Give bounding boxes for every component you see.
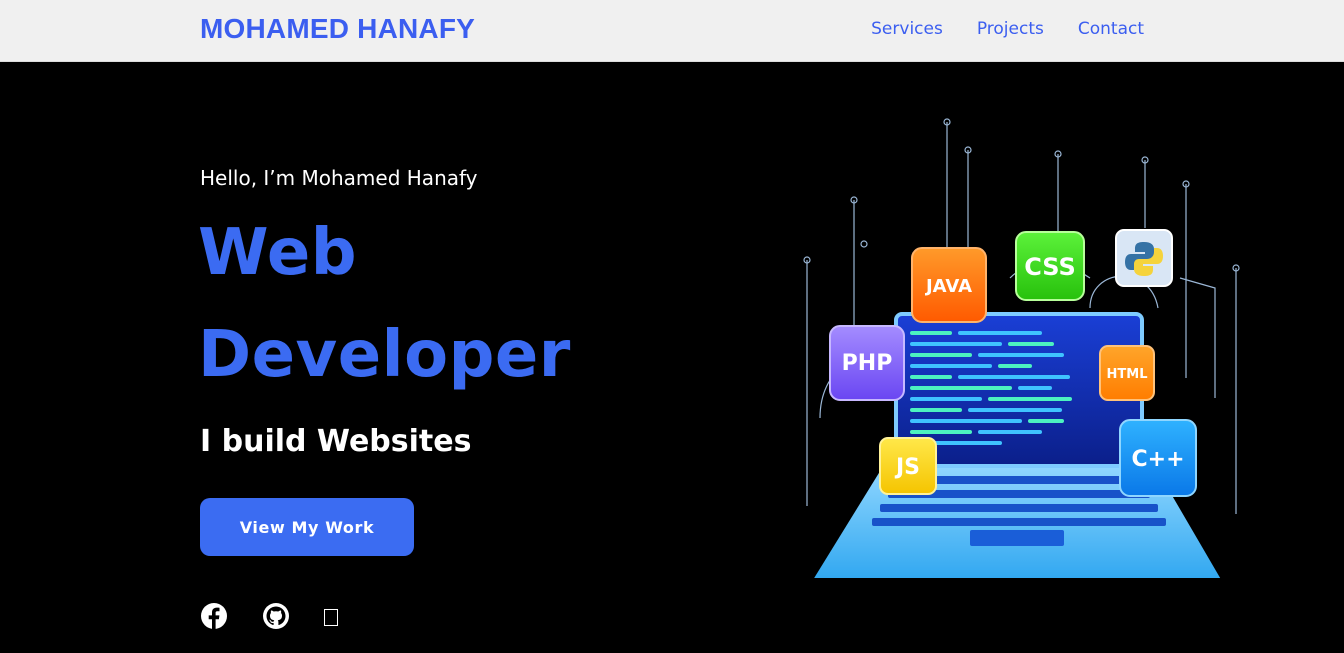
python-badge [1115,229,1173,287]
brand-logo-text[interactable]: MOHAMED HANAFY [200,13,475,45]
social-links [200,602,338,630]
svg-text:JS: JS [894,455,920,480]
developer-illustration: JAVA CSS PHP HTML JS C++ [803,118,1240,578]
navbar: MOHAMED HANAFY Services Projects Contact [0,0,1344,62]
missing-glyph-icon[interactable] [324,608,338,626]
svg-text:CSS: CSS [1024,253,1076,281]
hero-tagline: I build Websites [200,424,472,459]
java-badge: JAVA [911,247,987,323]
view-my-work-button[interactable]: View My Work [200,498,414,556]
nav-links: Services Projects Contact [871,19,1144,39]
github-icon[interactable] [262,602,290,630]
hero-greeting: Hello, I’m Mohamed Hanafy [200,166,478,190]
cpp-badge: C++ [1119,419,1197,497]
nav-link-contact[interactable]: Contact [1078,19,1144,39]
hero-title-line-1: Web [198,216,358,290]
css-badge: CSS [1015,231,1085,301]
svg-text:HTML: HTML [1107,367,1148,382]
hero-section: Hello, I’m Mohamed Hanafy Web Developer … [0,62,1344,653]
svg-text:C++: C++ [1131,447,1184,472]
facebook-icon[interactable] [200,602,228,630]
nav-link-projects[interactable]: Projects [977,19,1044,39]
hero-title-line-2: Developer [198,318,571,392]
svg-text:JAVA: JAVA [924,276,972,297]
svg-text:PHP: PHP [842,351,893,376]
nav-link-services[interactable]: Services [871,19,943,39]
js-badge: JS [879,437,937,495]
trackpad [970,530,1064,546]
html-badge: HTML [1099,345,1155,401]
php-badge: PHP [829,325,905,401]
